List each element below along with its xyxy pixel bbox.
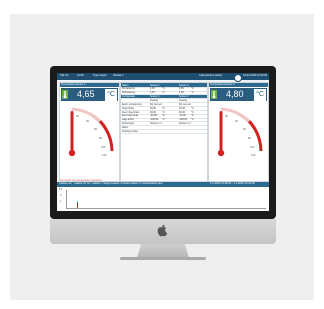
top-bar: Tijd: 8u Lid 0L Type inspec Revisie 1 La… bbox=[57, 73, 269, 82]
unit-label: °C bbox=[254, 88, 266, 101]
status-text: Laboratorium status bbox=[199, 74, 222, 77]
header-item: Lid 0L bbox=[77, 74, 85, 77]
y-axis-label: 4 bbox=[60, 201, 62, 203]
gauge-label: 40 bbox=[235, 119, 238, 123]
temperature-value: 4,80 bbox=[226, 89, 244, 99]
history-chart: 6,5 5 4 bbox=[57, 187, 269, 211]
sensor-table-panel: Naam Sensor 1 Sensor 2 Procestemp. 4,65 °C… bbox=[120, 82, 208, 182]
monitor-stand bbox=[137, 244, 189, 258]
tab-last-24h[interactable]: Laatste 24 uur bbox=[74, 183, 91, 186]
tab-last-hour[interactable]: Laatste uur bbox=[59, 183, 72, 186]
thermometer-icon bbox=[62, 90, 68, 99]
panel-title: Temperatuursensor 2 bbox=[210, 82, 235, 86]
panel-title-bar: Temperatuursensor 1 bbox=[60, 83, 119, 87]
header-item: Tijd: 8u bbox=[60, 74, 69, 77]
value-box: 4,80 °C bbox=[210, 88, 267, 101]
status-indicator-icon[interactable] bbox=[234, 73, 242, 82]
datetime: 01-01-2020 12:00:00 bbox=[243, 74, 268, 77]
gauge-label: 60 bbox=[94, 127, 97, 131]
apple-logo-icon bbox=[157, 224, 168, 237]
screen: Tijd: 8u Lid 0L Type inspec Revisie 1 La… bbox=[57, 73, 269, 211]
y-axis-label: 6,5 bbox=[59, 189, 63, 191]
tab-last-7d[interactable]: Laatste 7 dagen bbox=[92, 183, 111, 186]
tab-last-3m[interactable]: Laatste 3 maand bbox=[130, 183, 149, 186]
header-item: Type inspec bbox=[93, 74, 107, 77]
gauge-label: 100 bbox=[101, 145, 106, 149]
table-row: Koeling modus bbox=[121, 129, 207, 134]
x-axis bbox=[66, 208, 266, 209]
unit-label: °C bbox=[105, 88, 117, 101]
y-axis bbox=[66, 190, 67, 208]
temperature-value: 4,65 bbox=[77, 89, 95, 99]
gauge-label: 20 bbox=[76, 114, 79, 118]
temperature-gauge: 20 40 60 80 100 120 bbox=[217, 107, 263, 157]
sensor2-panel: Temperatuursensor 2 4,80 °C 20 40 60 80 … bbox=[208, 82, 269, 182]
y-axis-label: 5 bbox=[60, 195, 62, 197]
series-line bbox=[77, 202, 78, 208]
tab-last-4w[interactable]: Laatste 4 weken bbox=[111, 183, 130, 186]
range-text: 1-1-2020 14:09:00 - 1-1-2020 14:10:00 bbox=[210, 182, 255, 186]
gauge-label: 100 bbox=[250, 145, 255, 149]
monitor-foot bbox=[120, 257, 206, 260]
thermometer-icon bbox=[211, 90, 217, 99]
panel-title-bar: Temperatuursensor 2 bbox=[209, 83, 268, 87]
gauge-label: 120 bbox=[251, 153, 256, 157]
sensor1-panel: Temperatuursensor 1 4,65 °C 20 40 60 80 … bbox=[59, 82, 120, 182]
table-cell: Koeling modus bbox=[122, 129, 138, 133]
gauge-label: 20 bbox=[225, 114, 228, 118]
panel-title: Temperatuursensor 1 bbox=[61, 82, 86, 86]
gauge-label: 60 bbox=[243, 127, 246, 131]
header-item: Revisie 1 bbox=[113, 74, 124, 77]
value-box: 4,65 °C bbox=[61, 88, 118, 101]
gauge-label: 80 bbox=[99, 136, 102, 140]
temperature-gauge: 20 40 60 80 100 120 bbox=[68, 107, 114, 157]
gauge-label: 80 bbox=[248, 136, 251, 140]
tab-last-year[interactable]: Laatste jaar bbox=[149, 183, 163, 186]
gauge-label: 40 bbox=[86, 119, 89, 123]
gauge-label: 120 bbox=[102, 153, 107, 157]
